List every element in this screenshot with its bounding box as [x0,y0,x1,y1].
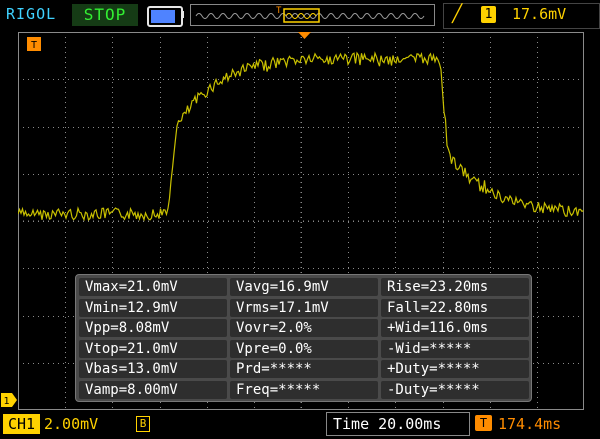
run-stop-button[interactable]: STOP [72,4,138,26]
trigger-offset-value[interactable]: 174.4ms [498,414,561,434]
top-status-bar: RIGOL STOP T ╱ 1 17.6mV [0,0,600,30]
volts-per-div-label: 2.00mV [44,415,99,433]
channel-1-ground-marker: 1 [1,393,17,407]
measurement-cell: Vtop=21.0mV [79,339,227,358]
measurement-cell: Rise=23.20ms [381,278,529,296]
measurement-cell: Prd=***** [230,360,378,378]
channel-1-ground-tag: 1 [3,396,9,407]
measurement-cell: Freq=***** [230,380,378,399]
measurement-cell: Vamp=8.00mV [79,380,227,399]
measurement-cell: Vovr=2.0% [230,319,378,337]
timebase-label: Time 20.00ms [333,415,442,433]
measurement-cell: +Wid=116.0ms [381,319,529,337]
rising-edge-icon: ╱ [452,4,463,24]
measurement-cell: Vrms=17.1mV [230,298,378,317]
battery-tip [181,11,184,18]
bandwidth-limit-badge: B [136,416,150,432]
measurement-cell: -Wid=***** [381,339,529,358]
measurement-cell: Vpre=0.0% [230,339,378,358]
trigger-level-marker: T [27,37,41,51]
battery-icon [147,6,183,27]
measurement-cell: +Duty=***** [381,360,529,378]
measurement-cell: Vavg=16.9mV [230,278,378,296]
measurement-cell: Vpp=8.08mV [79,319,227,337]
trigger-level-value: 17.6mV [512,5,567,23]
memory-depth-indicator: T [190,4,435,26]
trigger-offset-icon: T [475,415,492,431]
measurement-panel: Vmax=21.0mV Vavg=16.9mV Rise=23.20ms Vmin=1… [75,274,532,402]
timebase-trigger-glyph: T [276,6,282,16]
measurement-cell: -Duty=***** [381,380,529,399]
measurement-cell: Fall=22.80ms [381,298,529,317]
trigger-source-badge: 1 [481,6,496,23]
measurement-cell: Vmax=21.0mV [79,278,227,296]
measurement-cell: Vbas=13.0mV [79,360,227,378]
trigger-level-tag: T [31,40,37,51]
channel-1-button[interactable]: CH1 [3,414,40,434]
brand-label: RIGOL [6,5,57,23]
measurement-cell: Vmin=12.9mV [79,298,227,317]
run-state-label: STOP [83,5,127,24]
